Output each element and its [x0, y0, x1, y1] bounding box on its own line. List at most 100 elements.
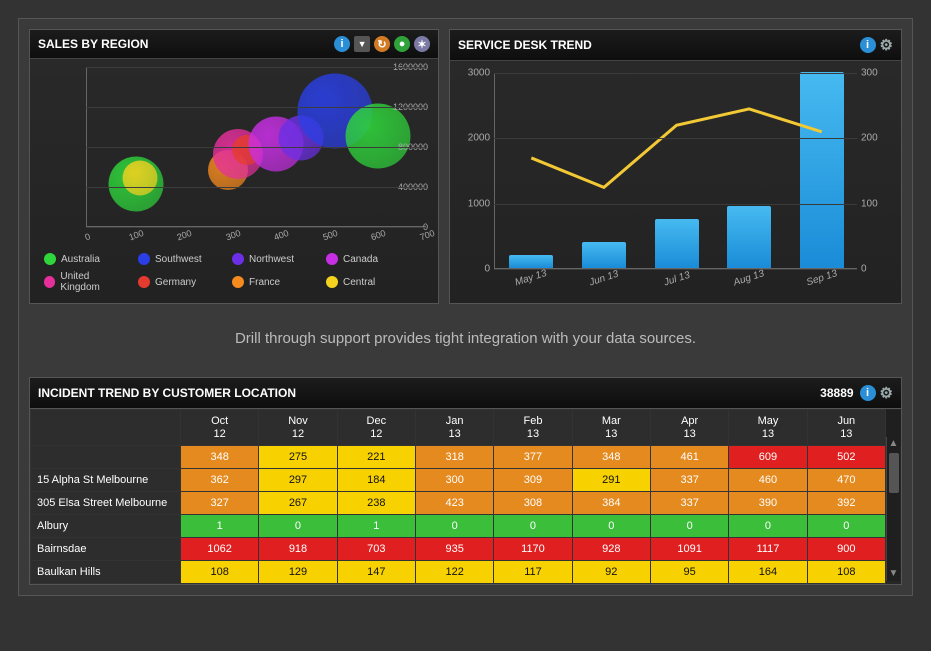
data-cell[interactable]: 0 — [259, 515, 337, 538]
data-cell[interactable]: 348 — [572, 446, 650, 469]
funnel-icon[interactable]: ▼ — [354, 36, 370, 52]
data-cell[interactable]: 609 — [729, 446, 807, 469]
legend-item[interactable]: Germany — [138, 271, 222, 293]
data-cell[interactable]: 392 — [807, 492, 885, 515]
data-cell[interactable]: 384 — [572, 492, 650, 515]
data-cell[interactable]: 1 — [181, 515, 259, 538]
data-cell[interactable]: 362 — [181, 469, 259, 492]
bubble-australia2[interactable] — [346, 104, 411, 169]
data-cell[interactable]: 0 — [572, 515, 650, 538]
bubble-central[interactable] — [123, 161, 158, 196]
data-cell[interactable]: 95 — [650, 561, 728, 584]
data-cell[interactable]: 1170 — [494, 538, 572, 561]
data-cell[interactable]: 348 — [181, 446, 259, 469]
globe-icon[interactable]: ● — [394, 36, 410, 52]
data-cell[interactable]: 327 — [181, 492, 259, 515]
data-cell[interactable]: 92 — [572, 561, 650, 584]
data-cell[interactable]: 297 — [259, 469, 337, 492]
data-cell[interactable]: 461 — [650, 446, 728, 469]
data-cell[interactable]: 918 — [259, 538, 337, 561]
data-cell[interactable]: 309 — [494, 469, 572, 492]
info-icon[interactable]: i — [334, 36, 350, 52]
data-cell[interactable]: 502 — [807, 446, 885, 469]
data-cell[interactable]: 1 — [337, 515, 415, 538]
legend-swatch — [326, 276, 338, 288]
col-header[interactable]: Oct12 — [181, 410, 259, 446]
table-row[interactable]: Baulkan Hills1081291471221179295164108 — [31, 561, 901, 584]
data-cell[interactable]: 300 — [415, 469, 493, 492]
data-cell[interactable]: 318 — [415, 446, 493, 469]
data-cell[interactable]: 122 — [415, 561, 493, 584]
data-cell[interactable]: 337 — [650, 492, 728, 515]
caption-text: Drill through support provides tight int… — [29, 304, 902, 377]
info-icon[interactable]: i — [860, 37, 876, 53]
legend-label: United Kingdom — [60, 271, 128, 293]
col-header[interactable]: May13 — [729, 410, 807, 446]
data-cell[interactable]: 267 — [259, 492, 337, 515]
col-header[interactable]: Mar13 — [572, 410, 650, 446]
info-icon[interactable]: i — [860, 385, 876, 401]
data-cell[interactable]: 0 — [807, 515, 885, 538]
sdt-chart: 01000200030000100200300May 13Jun 13Jul 1… — [458, 67, 893, 293]
gear-icon[interactable]: ✶ — [414, 36, 430, 52]
data-cell[interactable]: 221 — [337, 446, 415, 469]
scroll-up-icon[interactable]: ▲ — [887, 437, 900, 451]
data-cell[interactable]: 291 — [572, 469, 650, 492]
location-cell — [31, 446, 181, 469]
data-cell[interactable]: 935 — [415, 538, 493, 561]
col-header[interactable]: Feb13 — [494, 410, 572, 446]
col-header[interactable]: Jun13 — [807, 410, 885, 446]
scroll-down-icon[interactable]: ▼ — [887, 567, 900, 581]
col-header[interactable]: Dec12 — [337, 410, 415, 446]
col-header[interactable]: Apr13 — [650, 410, 728, 446]
table-scrollbar[interactable]: ▲ ▼ — [886, 437, 900, 581]
legend-item[interactable]: Northwest — [232, 253, 316, 265]
data-cell[interactable]: 0 — [494, 515, 572, 538]
data-cell[interactable]: 129 — [259, 561, 337, 584]
data-cell[interactable]: 238 — [337, 492, 415, 515]
legend-item[interactable]: Canada — [326, 253, 410, 265]
data-cell[interactable]: 308 — [494, 492, 572, 515]
legend-item[interactable]: Central — [326, 271, 410, 293]
data-cell[interactable]: 0 — [415, 515, 493, 538]
data-cell[interactable]: 390 — [729, 492, 807, 515]
col-header[interactable]: Jan13 — [415, 410, 493, 446]
data-cell[interactable]: 423 — [415, 492, 493, 515]
col-header-location — [31, 410, 181, 446]
data-cell[interactable]: 470 — [807, 469, 885, 492]
data-cell[interactable]: 147 — [337, 561, 415, 584]
data-cell[interactable]: 900 — [807, 538, 885, 561]
data-cell[interactable]: 1117 — [729, 538, 807, 561]
table-row[interactable]: Bairnsdae1062918703935117092810911117900 — [31, 538, 901, 561]
refresh-icon[interactable]: ↻ — [374, 36, 390, 52]
legend-item[interactable]: Southwest — [138, 253, 222, 265]
table-row[interactable]: 305 Elsa Street Melbourne327267238423308… — [31, 492, 901, 515]
data-cell[interactable]: 184 — [337, 469, 415, 492]
data-cell[interactable]: 117 — [494, 561, 572, 584]
incident-table-wrap: Oct12Nov12Dec12Jan13Feb13Mar13Apr13May13… — [29, 409, 902, 585]
data-cell[interactable]: 1062 — [181, 538, 259, 561]
gear-icon[interactable]: ⚙ — [880, 36, 893, 54]
scroll-thumb[interactable] — [889, 453, 899, 493]
table-row[interactable]: Albury101000000 — [31, 515, 901, 538]
data-cell[interactable]: 703 — [337, 538, 415, 561]
data-cell[interactable]: 164 — [729, 561, 807, 584]
table-row[interactable]: 15 Alpha St Melbourne3622971843003092913… — [31, 469, 901, 492]
table-row[interactable]: 348275221318377348461609502 — [31, 446, 901, 469]
data-cell[interactable]: 337 — [650, 469, 728, 492]
data-cell[interactable]: 460 — [729, 469, 807, 492]
data-cell[interactable]: 377 — [494, 446, 572, 469]
data-cell[interactable]: 275 — [259, 446, 337, 469]
gear-icon[interactable]: ⚙ — [880, 384, 893, 402]
legend-item[interactable]: Australia — [44, 253, 128, 265]
legend-swatch — [232, 276, 244, 288]
col-header[interactable]: Nov12 — [259, 410, 337, 446]
data-cell[interactable]: 108 — [181, 561, 259, 584]
data-cell[interactable]: 0 — [729, 515, 807, 538]
data-cell[interactable]: 928 — [572, 538, 650, 561]
data-cell[interactable]: 1091 — [650, 538, 728, 561]
data-cell[interactable]: 0 — [650, 515, 728, 538]
legend-item[interactable]: United Kingdom — [44, 271, 128, 293]
legend-item[interactable]: France — [232, 271, 316, 293]
data-cell[interactable]: 108 — [807, 561, 885, 584]
